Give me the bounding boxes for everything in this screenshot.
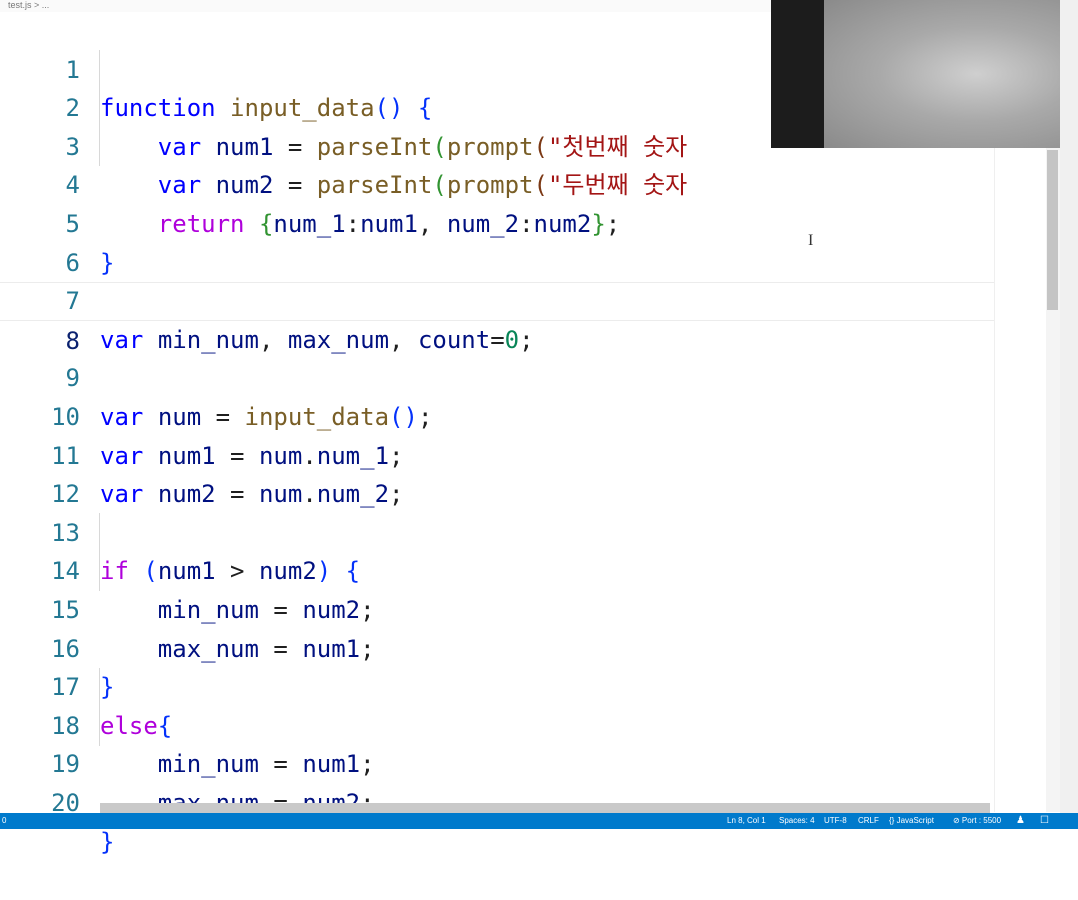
code-line: 14 min_num = num2; [0, 514, 994, 624]
bell-icon[interactable]: ☐ [1040, 813, 1049, 829]
code-line: 16 } [0, 591, 994, 702]
code-line: 9 var num = input_data(); [0, 321, 994, 431]
status-language[interactable]: {} JavaScript [889, 813, 934, 829]
code-line: 7 var min_num, max_num, count=0; [0, 244, 994, 354]
horizontal-scrollbar[interactable] [100, 803, 990, 813]
person-icon[interactable]: ♟ [1016, 813, 1025, 829]
vertical-scrollbar-thumb[interactable] [1047, 150, 1058, 310]
status-bar: 0 Ln 8, Col 1 Spaces: 4 UTF-8 CRLF {} Ja… [0, 813, 1060, 829]
webcam-overlay [771, 0, 1078, 148]
code-line: 12 [0, 437, 994, 508]
code-line: 18 min_num = num1; [0, 668, 994, 779]
code-line: 17 else{ [0, 630, 994, 740]
code-line-current: 8 [0, 282, 994, 355]
code-line: 20 } [0, 745, 994, 856]
status-indentation[interactable]: Spaces: 4 [779, 813, 815, 829]
code-line: 11 var num2 = num.num_2; [0, 398, 994, 509]
code-line: 5 } [0, 166, 994, 277]
status-cursor-position[interactable]: Ln 8, Col 1 [727, 813, 766, 829]
text-cursor-icon: I [808, 232, 814, 249]
code-line: 10 var num1 = num.num_1; [0, 359, 994, 470]
window-edge [1060, 0, 1078, 829]
status-encoding[interactable]: UTF-8 [824, 813, 847, 829]
code-line: 19 max_num = num2; [0, 707, 994, 817]
status-bar-edge [1060, 813, 1078, 829]
status-left[interactable]: 0 [2, 813, 6, 829]
code-line: 13 if (num1 > num2) { [0, 475, 994, 586]
webcam-video [824, 0, 1078, 148]
status-live-server-port[interactable]: ⊘ Port : 5500 [953, 813, 1001, 829]
code-line: 6 [0, 205, 994, 277]
code-line: 15 max_num = num1; [0, 552, 994, 663]
status-eol[interactable]: CRLF [858, 813, 879, 829]
